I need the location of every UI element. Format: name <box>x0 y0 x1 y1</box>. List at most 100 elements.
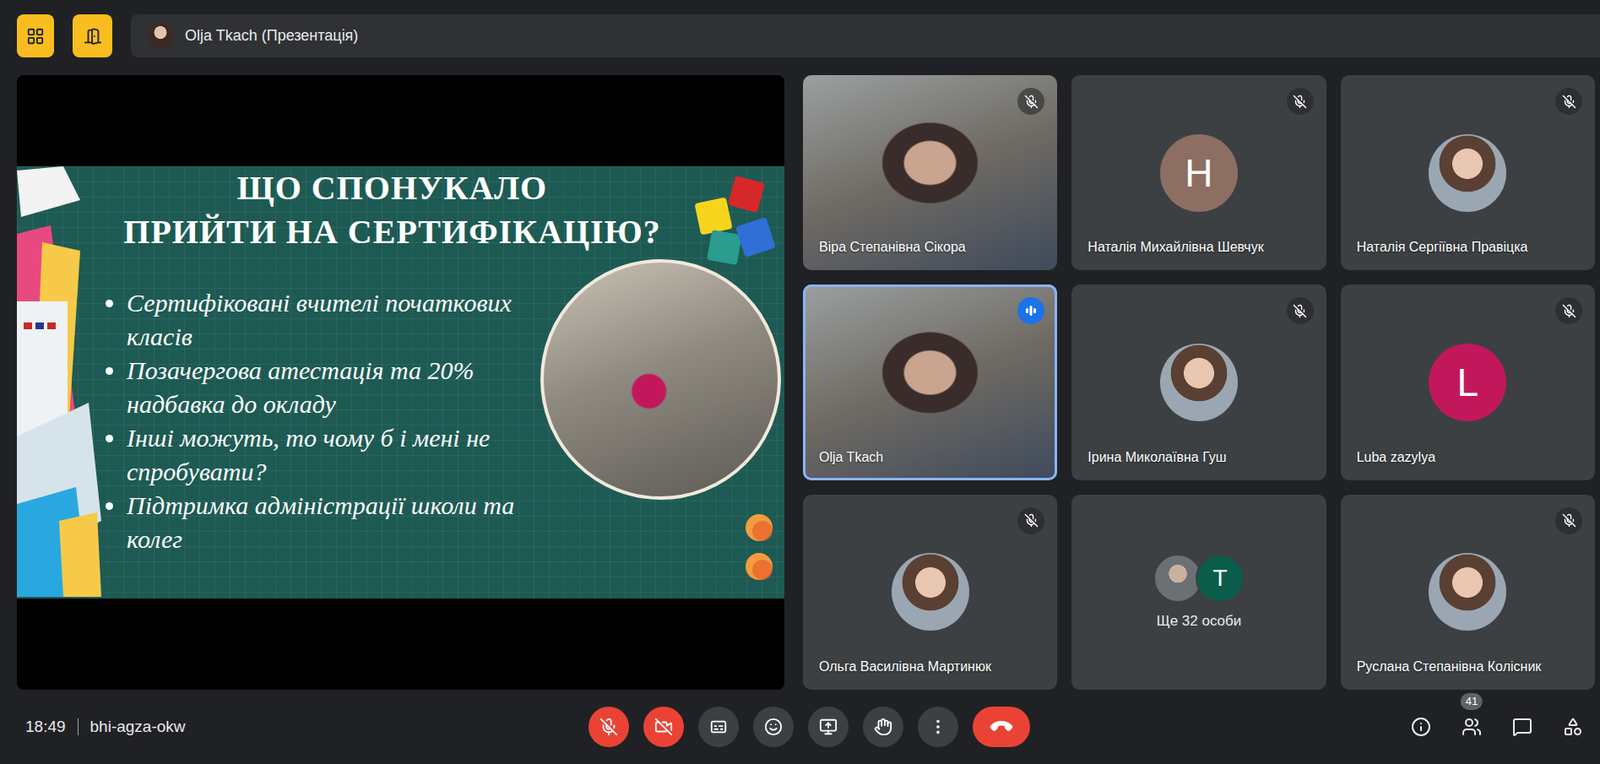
participant-tile[interactable]: Ірина Миколаївна Гуш <box>1071 284 1326 480</box>
camera-off-icon <box>654 717 673 737</box>
raise-hand-button[interactable] <box>862 706 904 748</box>
more-button[interactable] <box>917 706 959 748</box>
participant-tile[interactable]: Віра Степанівна Сікора <box>802 75 1058 271</box>
bullet-list: Сертифіковані вчителі початкових класівП… <box>101 286 541 557</box>
mic-off-icon <box>1562 303 1577 319</box>
speaking-icon <box>1024 303 1038 318</box>
meeting-info: 18:49 bhi-agza-okw <box>25 717 589 737</box>
overflow-avatars: T <box>1153 553 1245 603</box>
participant-tile[interactable]: Наталія Сергіївна Правіцка <box>1340 75 1595 271</box>
participant-name: Руслана Степанівна Колісник <box>1340 659 1552 690</box>
emoji-icon <box>764 717 783 737</box>
door-icon <box>83 27 103 46</box>
participant-tile[interactable]: Olja Tkach <box>802 284 1058 480</box>
chat-button[interactable] <box>1502 706 1543 748</box>
presenter-bar: Olja Tkach (Презентація) <box>130 14 1600 58</box>
presenter-name: Olja Tkach (Презентація) <box>184 27 358 45</box>
slide-content: Сертифіковані вчителі початкових класівП… <box>101 286 785 557</box>
layout-button[interactable] <box>16 14 55 58</box>
emoji-button[interactable] <box>753 706 794 748</box>
dots-icon <box>742 510 776 587</box>
participant-count: 41 <box>1460 693 1483 711</box>
photo-avatar <box>1160 343 1238 422</box>
letter-avatar: Н <box>1160 134 1238 212</box>
divider <box>77 718 79 736</box>
present-button[interactable] <box>808 706 849 748</box>
slide-body: ЩО СПОНУКАЛОПРИЙТИ НА СЕРТИФІКАЦІЮ? Серти… <box>101 166 785 598</box>
mic-button[interactable] <box>588 706 630 748</box>
photo-avatar <box>1428 553 1507 631</box>
participant-grid: Віра Степанівна Сікора Н Наталія Михайлівн… <box>802 75 1595 690</box>
muted-badge <box>1555 297 1583 325</box>
photo-avatar <box>1428 134 1507 212</box>
participant-tile[interactable]: Руслана Степанівна Колісник <box>1340 494 1595 690</box>
mic-off-icon <box>1292 94 1308 109</box>
captions-button[interactable] <box>698 706 739 748</box>
papers-icon <box>16 166 102 598</box>
muted-badge <box>1555 87 1583 115</box>
people-button[interactable]: 41 <box>1451 706 1492 748</box>
bullet-item: Позачергова атестація та 20% надбавка до… <box>126 353 541 422</box>
hand-icon <box>873 717 893 737</box>
main-area: ЩО СПОНУКАЛОПРИЙТИ НА СЕРТИФІКАЦІЮ? Серти… <box>0 57 1600 690</box>
puzzle-icon <box>690 174 780 272</box>
side-controls: 41 <box>1030 706 1594 748</box>
room-button[interactable] <box>72 14 113 58</box>
mic-off-icon <box>1024 94 1039 109</box>
slide-title: ЩО СПОНУКАЛОПРИЙТИ НА СЕРТИФІКАЦІЮ? <box>101 166 785 255</box>
leave-call-button[interactable] <box>972 706 1031 748</box>
mini-avatar: T <box>1195 553 1245 603</box>
call-controls <box>588 706 1031 748</box>
participant-name: Ірина Миколаївна Гуш <box>1071 450 1237 481</box>
participant-tile[interactable]: Ольга Василівна Мартинюк <box>802 494 1058 690</box>
mic-off-icon <box>1562 94 1577 109</box>
participant-name: Віра Степанівна Сікора <box>802 239 977 271</box>
photo-avatar <box>891 553 970 631</box>
layout-grid-icon <box>26 27 45 46</box>
clock: 18:49 <box>25 717 66 737</box>
mic-off-icon <box>1562 513 1577 528</box>
overflow-group: T Ще 32 особи <box>1153 553 1245 630</box>
present-icon <box>818 717 838 737</box>
classroom-photo <box>540 259 782 500</box>
people-icon <box>1461 716 1482 738</box>
overflow-label: Ще 32 особи <box>1156 612 1243 630</box>
presentation-view: ЩО СПОНУКАЛОПРИЙТИ НА СЕРТИФІКАЦІЮ? Серти… <box>16 75 785 690</box>
mic-off-icon <box>599 717 619 737</box>
bullet-item: Підтримка адміністрації школи та колег <box>126 488 541 557</box>
info-button[interactable] <box>1400 706 1442 748</box>
more-icon <box>928 717 948 737</box>
chat-icon <box>1512 716 1533 738</box>
meet-window: Olja Tkach (Презентація) ЩО СПОНУКАЛОПРИЙ… <box>0 0 1600 764</box>
participant-name: Ольга Василівна Мартинюк <box>802 659 1002 690</box>
participant-name: Olja Tkach <box>802 450 894 481</box>
slide-title-line: ПРИЙТИ НА СЕРТИФІКАЦІЮ? <box>123 210 661 255</box>
bottom-bar: 18:49 bhi-agza-okw 41 <box>0 689 1600 764</box>
bullet-item: Сертифіковані вчителі початкових класів <box>126 286 541 354</box>
mic-off-icon <box>1024 513 1039 528</box>
mic-off-icon <box>1292 303 1308 319</box>
letter-avatar: L <box>1428 343 1507 422</box>
presenter-avatar <box>147 23 174 49</box>
participant-tile[interactable]: Н Наталія Михайлівна Шевчук <box>1071 75 1326 271</box>
camera-button[interactable] <box>643 706 684 748</box>
slide-title-line: ЩО СПОНУКАЛО <box>237 166 548 211</box>
muted-badge <box>1286 297 1314 325</box>
muted-badge <box>1286 87 1314 115</box>
participant-name: Luba zazylya <box>1340 450 1446 481</box>
participant-name: Наталія Сергіївна Правіцка <box>1340 239 1539 271</box>
captions-icon <box>709 717 728 737</box>
hang-up-icon <box>987 713 1015 740</box>
participant-tile[interactable]: T Ще 32 особи <box>1071 494 1326 690</box>
muted-badge <box>1555 507 1583 535</box>
meeting-code[interactable]: bhi-agza-okw <box>90 717 186 737</box>
muted-badge <box>1017 507 1045 535</box>
participant-name: Наталія Михайлівна Шевчук <box>1071 239 1274 271</box>
top-bar: Olja Tkach (Презентація) <box>0 0 1600 58</box>
slide: ЩО СПОНУКАЛОПРИЙТИ НА СЕРТИФІКАЦІЮ? Серти… <box>16 166 785 598</box>
activities-icon <box>1562 716 1584 738</box>
bullet-item: Інші можуть, то чому б і мені не спробув… <box>126 421 541 489</box>
participant-tile[interactable]: L Luba zazylya <box>1340 284 1595 480</box>
activities-button[interactable] <box>1552 706 1594 748</box>
info-icon <box>1410 716 1432 738</box>
